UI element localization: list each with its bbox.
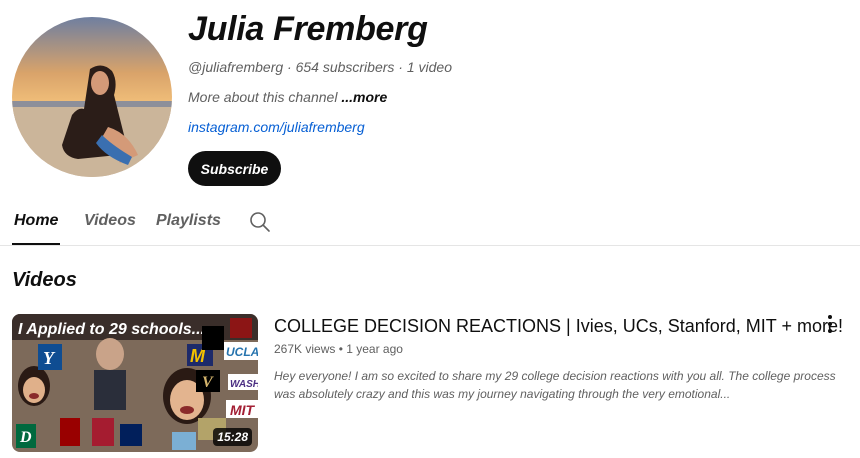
channel-name: Julia Fremberg	[188, 10, 428, 48]
tab-playlists[interactable]: Playlists	[156, 212, 221, 230]
logo-mit: MIT	[230, 402, 256, 418]
instagram-link[interactable]: instagram.com/juliafremberg	[188, 119, 365, 135]
tab-home[interactable]: Home	[14, 212, 58, 230]
subscribe-button[interactable]: Subscribe	[188, 151, 281, 186]
more-link[interactable]: ...more	[341, 89, 387, 105]
more-vert-icon[interactable]	[818, 312, 842, 336]
logo-dartmouth: D	[19, 429, 32, 446]
channel-meta: @juliafremberg · 654 subscribers · 1 vid…	[188, 59, 452, 75]
video-meta: 267K views • 1 year ago	[274, 342, 403, 356]
active-tab-indicator	[12, 243, 60, 245]
channel-about[interactable]: More about this channel ...more	[188, 89, 387, 105]
search-icon[interactable]	[248, 210, 272, 234]
channel-tabs: Home Videos Playlists	[0, 200, 860, 246]
video-thumbnail[interactable]: I Applied to 29 schools... Y M UCLA WASH…	[12, 314, 258, 452]
logo-uw: WASH	[230, 379, 258, 390]
video-duration: 15:28	[213, 428, 252, 446]
video-description: Hey everyone! I am so excited to share m…	[274, 369, 836, 401]
thumbnail-caption: I Applied to 29 schools...	[18, 321, 205, 338]
section-title: Videos	[12, 269, 77, 291]
about-text: More about this channel	[188, 89, 342, 105]
tab-videos[interactable]: Videos	[84, 212, 136, 230]
channel-avatar[interactable]	[12, 17, 172, 177]
video-title[interactable]: COLLEGE DECISION REACTIONS | Ivies, UCs,…	[274, 316, 843, 337]
logo-ucla: UCLA	[226, 345, 258, 359]
logo-vanderbilt: V	[202, 374, 214, 391]
